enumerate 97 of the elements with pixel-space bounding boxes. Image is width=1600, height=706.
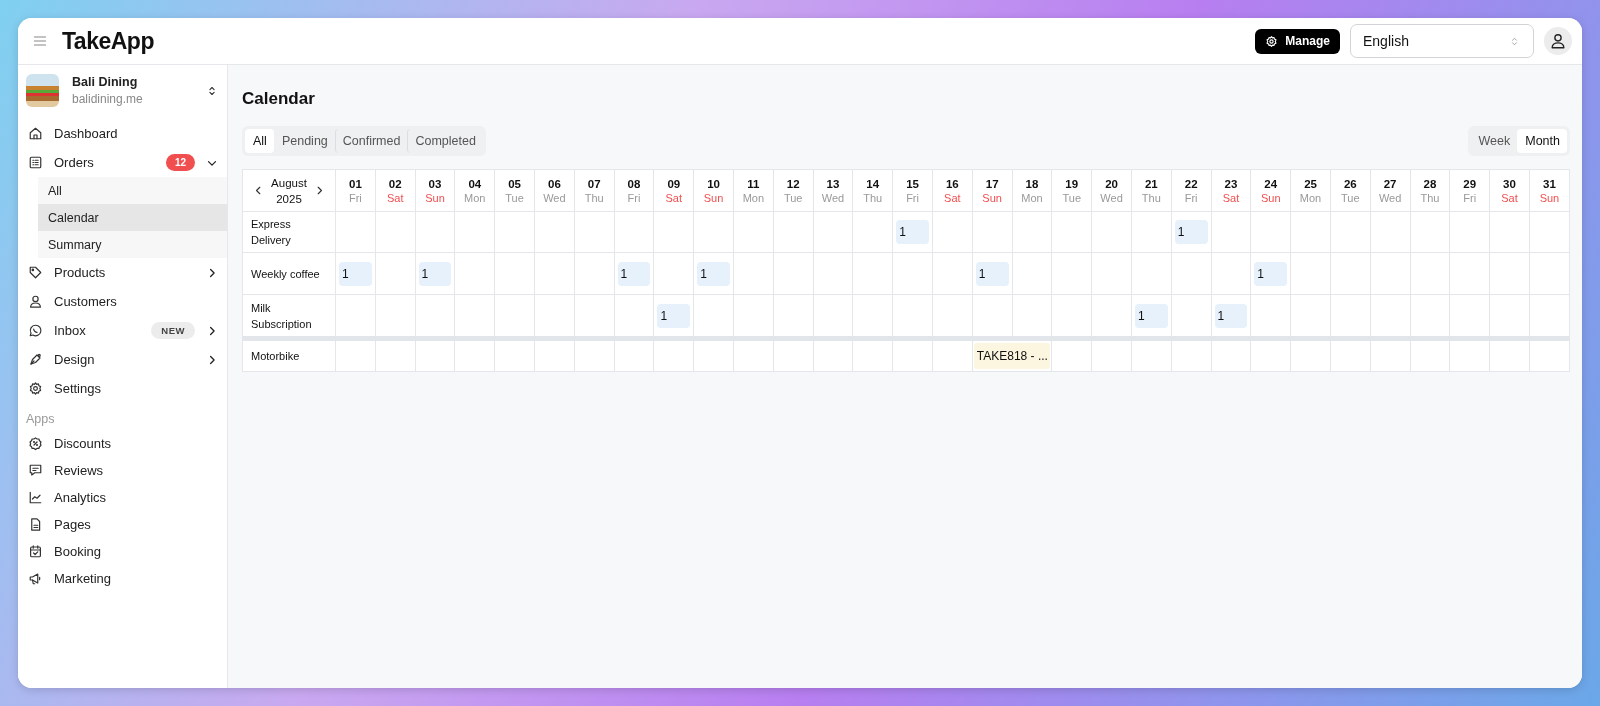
nav-item[interactable]: Products xyxy=(26,258,227,287)
tag-icon xyxy=(28,265,43,280)
app-item[interactable]: Reviews xyxy=(26,457,227,484)
chat-bubble-icon xyxy=(28,323,43,338)
month-label: August 2025 xyxy=(271,175,307,207)
nav-item[interactable]: Inbox NEW xyxy=(26,316,227,345)
nav-item[interactable]: Customers xyxy=(26,287,227,316)
order-count-chip[interactable]: 1 xyxy=(617,261,651,286)
day-header: 03 Sun xyxy=(415,169,455,212)
day-header: 13 Wed xyxy=(813,169,853,212)
page-title: Calendar xyxy=(242,89,316,109)
day-header: 05 Tue xyxy=(494,169,535,212)
row-label: Weekly coffee xyxy=(242,252,336,295)
day-header: 22 Fri xyxy=(1171,169,1212,212)
tab[interactable]: All xyxy=(245,129,274,153)
nav-subitem[interactable]: All xyxy=(38,177,227,204)
tab[interactable]: Week xyxy=(1470,129,1518,153)
order-count-chip[interactable]: 1 xyxy=(1134,303,1168,328)
day-header: 20 Wed xyxy=(1091,169,1132,212)
day-header: 11 Mon xyxy=(733,169,774,212)
order-count-chip[interactable]: 1 xyxy=(896,220,929,244)
day-header: 08 Fri xyxy=(614,169,654,212)
menu-icon xyxy=(32,33,48,49)
store-name: Bali Dining xyxy=(72,75,139,89)
tab[interactable]: Pending xyxy=(273,129,335,153)
settings-icon xyxy=(28,381,43,396)
order-count-chip[interactable]: 1 xyxy=(1174,220,1208,244)
nav-subitem[interactable]: Summary xyxy=(38,231,227,258)
day-header: 10 Sun xyxy=(693,169,734,212)
megaphone-icon xyxy=(28,571,43,586)
nav-item[interactable]: Orders 12 xyxy=(26,148,227,177)
day-header: 16 Sat xyxy=(932,169,973,212)
day-header: 07 Thu xyxy=(574,169,615,212)
app-item[interactable]: Pages xyxy=(26,511,227,538)
row-label: Milk Subscription xyxy=(242,294,336,339)
app-item[interactable]: Discounts xyxy=(26,430,227,457)
calendar-check-icon xyxy=(28,544,43,559)
nav-item[interactable]: Settings xyxy=(26,374,227,403)
day-header: 02 Sat xyxy=(375,169,416,212)
message-icon xyxy=(28,463,43,478)
tab[interactable]: Month xyxy=(1517,129,1567,153)
day-header: 17 Sun xyxy=(972,169,1013,212)
day-header: 28 Thu xyxy=(1410,169,1450,212)
app-item[interactable]: Marketing xyxy=(26,565,227,592)
day-header: 12 Tue xyxy=(773,169,814,212)
day-header: 26 Tue xyxy=(1330,169,1371,212)
pen-icon xyxy=(28,352,43,367)
home-icon xyxy=(28,126,43,141)
day-header: 14 Thu xyxy=(852,169,893,212)
order-count-chip[interactable]: 1 xyxy=(1254,261,1288,286)
nav-item[interactable]: Design xyxy=(26,345,227,374)
day-header: 27 Wed xyxy=(1370,169,1410,212)
day-header: 25 Mon xyxy=(1290,169,1331,212)
language-select[interactable]: English xyxy=(1350,24,1534,58)
app-item[interactable]: Booking xyxy=(26,538,227,565)
apps-heading: Apps xyxy=(26,412,56,426)
day-header: 30 Sat xyxy=(1489,169,1530,212)
day-header: 18 Mon xyxy=(1012,169,1052,212)
day-header: 24 Sun xyxy=(1250,169,1291,212)
count-badge: 12 xyxy=(165,154,195,171)
order-count-chip[interactable]: 1 xyxy=(697,261,730,286)
store-logo-photo xyxy=(26,74,59,107)
order-count-chip[interactable]: 1 xyxy=(339,261,372,286)
person-icon xyxy=(28,294,43,309)
account-button[interactable] xyxy=(1544,27,1572,55)
order-count-chip[interactable]: 1 xyxy=(1214,303,1248,328)
list-icon xyxy=(28,155,43,170)
row-label: Express Delivery xyxy=(242,211,336,253)
line-chart-icon xyxy=(28,490,43,505)
settings-icon xyxy=(1265,34,1279,48)
day-header: 21 Thu xyxy=(1131,169,1172,212)
day-header: 31 Sun xyxy=(1529,169,1570,212)
manage-button[interactable]: Manage xyxy=(1255,28,1340,54)
row-label: Motorbike xyxy=(242,338,336,372)
person-icon xyxy=(1549,32,1567,50)
day-header: 04 Mon xyxy=(454,169,495,212)
document-icon xyxy=(28,517,43,532)
day-header: 15 Fri xyxy=(892,169,933,212)
new-badge: NEW xyxy=(151,322,195,339)
tab[interactable]: Confirmed xyxy=(334,129,408,153)
day-header: 29 Fri xyxy=(1449,169,1490,212)
order-count-chip[interactable]: 1 xyxy=(975,261,1009,286)
store-domain: balidining.me xyxy=(72,92,144,106)
nav-subitem[interactable]: Calendar xyxy=(38,204,227,231)
day-header: 06 Wed xyxy=(534,169,575,212)
discount-badge-icon xyxy=(28,436,43,451)
booking-chip[interactable]: TAKE818 - ... xyxy=(973,343,1051,369)
day-header: 23 Sat xyxy=(1211,169,1251,212)
app-item[interactable]: Analytics xyxy=(26,484,227,511)
tab[interactable]: Completed xyxy=(407,129,483,153)
nav-item[interactable]: Dashboard xyxy=(26,119,227,148)
day-header: 19 Tue xyxy=(1051,169,1092,212)
order-count-chip[interactable]: 1 xyxy=(657,303,691,328)
day-header: 09 Sat xyxy=(653,169,694,212)
day-header: 01 Fri xyxy=(335,169,376,212)
app-logo: TakeApp xyxy=(62,27,154,55)
order-count-chip[interactable]: 1 xyxy=(418,261,452,286)
